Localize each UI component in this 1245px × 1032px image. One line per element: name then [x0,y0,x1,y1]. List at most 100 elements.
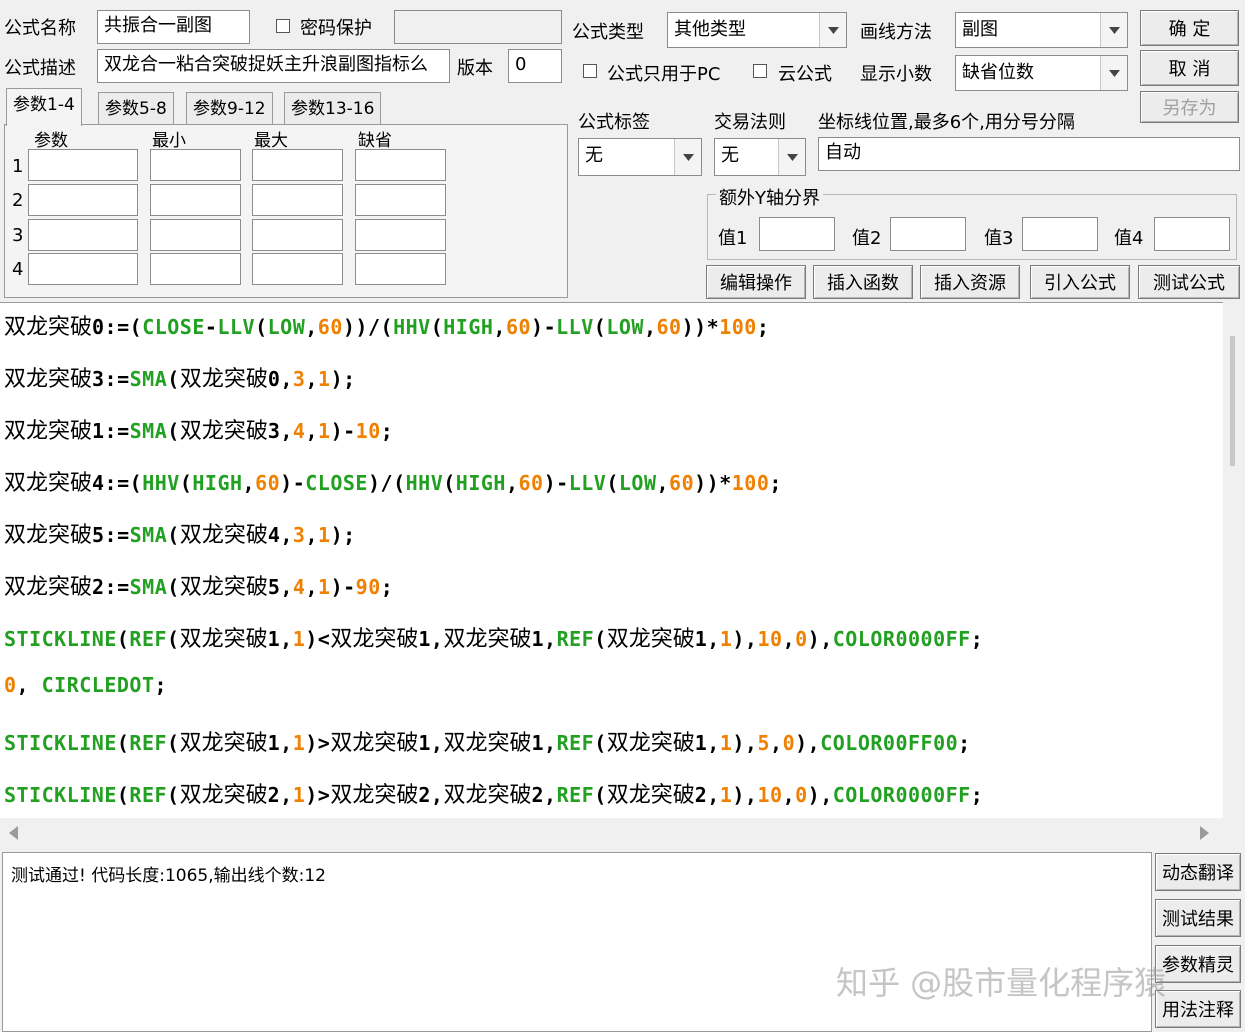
param-header-default: 缺省 [358,131,392,151]
code-line: STICKLINE(REF(双龙突破1,1)<双龙突破1,双龙突破1,REF(双… [4,627,984,652]
insert-resource-button[interactable]: 插入资源 [920,265,1020,299]
formula-name-label: 公式名称 [4,18,76,39]
code-line: STICKLINE(REF(双龙突破1,1)>双龙突破1,双龙突破1,REF(双… [4,731,971,756]
param-row-number: 2 [12,190,24,211]
decimals-label: 显示小数 [860,64,932,85]
param-3-min[interactable] [150,219,241,251]
param-1-default[interactable] [355,149,446,181]
version-input[interactable]: 0 [508,49,562,83]
param-2-min[interactable] [150,184,241,216]
draw-method-label: 画线方法 [860,22,932,43]
param-3-max[interactable] [252,219,343,251]
param-4-max[interactable] [252,253,343,285]
tab-params-13-16[interactable]: 参数13-16 [284,92,382,124]
decimals-select[interactable]: 缺省位数 [955,55,1128,91]
password-input[interactable] [394,10,562,44]
usage-notes-button[interactable]: 用法注释 [1155,990,1241,1028]
trade-rule-select[interactable]: 无 [714,138,806,176]
chevron-down-icon [1100,56,1127,90]
y-val3-label: 值3 [984,228,1014,249]
decimals-value: 缺省位数 [962,62,1034,83]
formula-type-value: 其他类型 [674,19,746,40]
formula-desc-label: 公式描述 [4,58,76,79]
chevron-down-icon [674,139,701,175]
code-editor[interactable]: 双龙突破0:=(CLOSE-LLV(LOW,60))/(HHV(HIGH,60)… [0,302,1223,819]
param-row-number: 1 [12,156,24,177]
save-as-button[interactable]: 另存为 [1140,91,1239,123]
param-wizard-button[interactable]: 参数精灵 [1155,945,1241,983]
coord-line-input[interactable]: 自动 [818,137,1240,171]
formula-tag-select[interactable]: 无 [578,138,702,176]
y-val1-label: 值1 [718,228,748,249]
dynamic-translate-button[interactable]: 动态翻译 [1155,853,1241,891]
formula-tag-label: 公式标签 [578,112,650,133]
y-val2-input[interactable] [890,217,966,251]
y-val4-label: 值4 [1114,228,1144,249]
pc-only-checkbox[interactable] [583,64,597,78]
test-status-output: 测试通过! 代码长度:1065,输出线个数:12 [2,852,1152,1032]
chevron-down-icon [1100,13,1127,47]
password-checkbox[interactable] [276,19,290,33]
pc-only-label: 公式只用于PC [607,64,721,85]
formula-type-select[interactable]: 其他类型 [667,12,847,48]
param-3-name[interactable] [28,219,138,251]
cloud-checkbox[interactable] [753,64,767,78]
scroll-left-icon[interactable] [8,826,20,840]
tab-params-1-4[interactable]: 参数1-4 [6,88,82,126]
code-line: 双龙突破4:=(HHV(HIGH,60)-CLOSE)/(HHV(HIGH,60… [4,471,782,496]
param-row-number: 4 [12,259,24,280]
param-2-default[interactable] [355,184,446,216]
y-val1-input[interactable] [759,217,835,251]
draw-method-value: 副图 [962,19,998,40]
coord-line-label: 坐标线位置,最多6个,用分号分隔 [818,112,1075,133]
code-line: 双龙突破0:=(CLOSE-LLV(LOW,60))/(HHV(HIGH,60)… [4,315,770,340]
trade-rule-label: 交易法则 [714,112,786,133]
param-header-name: 参数 [34,131,68,151]
watermark: 知乎 @股市量化程序猿 [836,964,1167,1002]
code-line: 双龙突破1:=SMA(双龙突破3,4,1)-10; [4,419,394,444]
param-4-min[interactable] [150,253,241,285]
cloud-label: 云公式 [778,64,832,85]
code-line: 双龙突破3:=SMA(双龙突破0,3,1); [4,367,356,392]
param-row-number: 3 [12,225,24,246]
insert-function-button[interactable]: 插入函数 [813,265,913,299]
import-formula-button[interactable]: 引入公式 [1030,265,1130,299]
param-1-max[interactable] [252,149,343,181]
param-4-default[interactable] [355,253,446,285]
edit-ops-button[interactable]: 编辑操作 [706,265,806,299]
formula-name-input[interactable]: 共振合一副图 [97,10,250,44]
param-1-min[interactable] [150,149,241,181]
ok-button[interactable]: 确 定 [1140,10,1239,46]
y-val4-input[interactable] [1154,217,1230,251]
test-result-button[interactable]: 测试结果 [1155,899,1241,937]
vertical-scrollbar[interactable] [1223,302,1245,818]
cancel-button[interactable]: 取 消 [1140,50,1239,86]
param-4-name[interactable] [28,253,138,285]
param-2-name[interactable] [28,184,138,216]
horizontal-scrollbar[interactable] [0,818,1223,848]
formula-type-label: 公式类型 [572,22,644,43]
test-formula-button[interactable]: 测试公式 [1138,265,1240,299]
draw-method-select[interactable]: 副图 [955,12,1128,48]
version-label: 版本 [457,58,493,79]
trade-rule-value: 无 [721,145,739,166]
param-3-default[interactable] [355,219,446,251]
param-header-min: 最小 [152,131,186,151]
vertical-scroll-thumb[interactable] [1230,336,1235,466]
formula-tag-value: 无 [585,145,603,166]
password-label: 密码保护 [300,18,372,39]
code-line: 0, CIRCLEDOT; [4,673,168,697]
y-val3-input[interactable] [1022,217,1098,251]
code-line: STICKLINE(REF(双龙突破2,1)>双龙突破2,双龙突破2,REF(双… [4,783,984,808]
tab-params-9-12[interactable]: 参数9-12 [186,92,273,124]
code-line: 双龙突破2:=SMA(双龙突破5,4,1)-90; [4,575,394,600]
formula-desc-input[interactable]: 双龙合一粘合突破捉妖主升浪副图指标么 [97,49,450,83]
y-val2-label: 值2 [852,228,882,249]
param-1-name[interactable] [28,149,138,181]
tab-params-5-8[interactable]: 参数5-8 [98,92,174,124]
scroll-right-icon[interactable] [1198,826,1210,840]
chevron-down-icon [819,13,846,47]
chevron-down-icon [778,139,805,175]
param-2-max[interactable] [252,184,343,216]
param-header-max: 最大 [254,131,288,151]
